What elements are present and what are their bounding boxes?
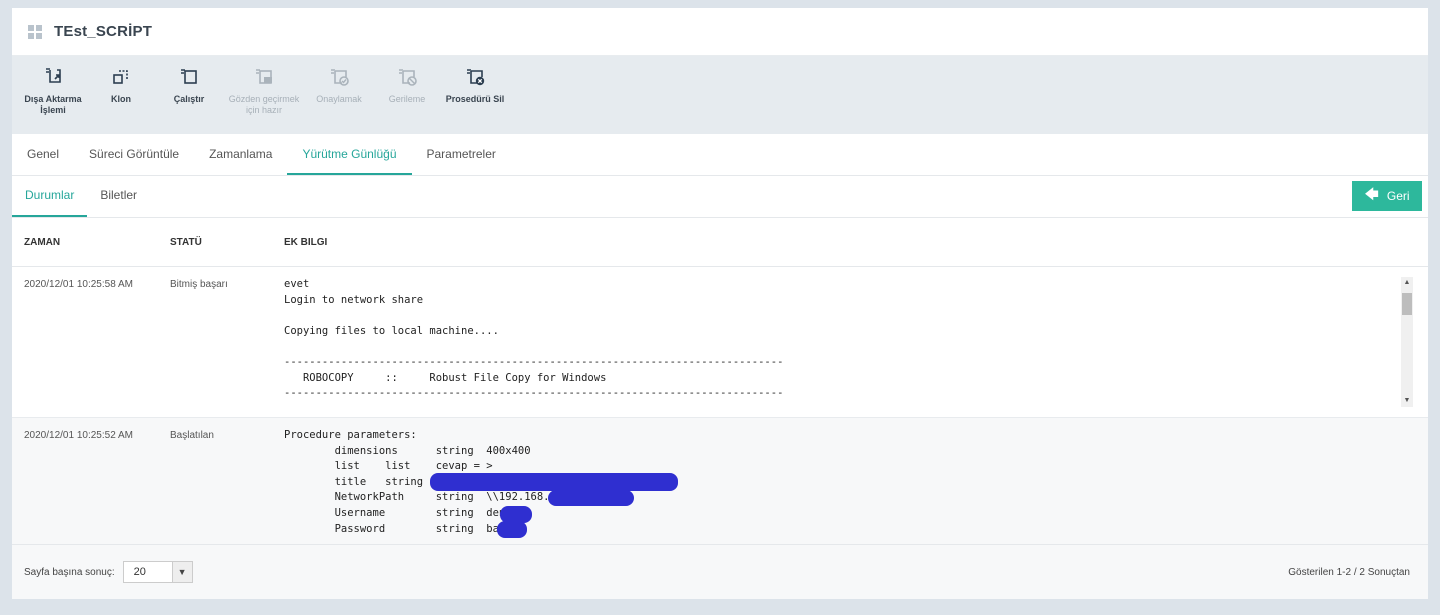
column-header-time[interactable]: ZAMAN [12, 237, 158, 248]
run-icon [181, 69, 197, 84]
log-scrollbar[interactable]: ▲ ▼ [1401, 277, 1413, 407]
clone-icon [113, 70, 128, 84]
arrow-left-icon: 🡄 [1364, 186, 1379, 202]
main-panel: TEst_SCRİPT Dışa Aktarma İşlemi Klon Çal… [12, 8, 1428, 599]
export-icon [46, 68, 61, 83]
back-button[interactable]: 🡄 Geri [1352, 181, 1422, 211]
approve-button[interactable]: Onaylamak [306, 66, 372, 105]
page-size-label: Sayfa başına sonuç: [24, 566, 115, 578]
approve-icon [331, 69, 349, 86]
clone-button[interactable]: Klon [88, 66, 154, 105]
main-tabs: Genel Süreci Görüntüle Zamanlama Yürütme… [12, 134, 1428, 176]
redaction-mark-password [497, 521, 527, 538]
table-row: 2020/12/01 10:25:52 AM Başlatılan Proced… [12, 418, 1428, 545]
ready-for-review-button[interactable]: Gözden geçirmek için hazır [224, 66, 304, 116]
delete-procedure-icon [467, 69, 485, 86]
revert-icon [399, 69, 417, 86]
toolbar: Dışa Aktarma İşlemi Klon Çalıştır Gözden… [12, 56, 1428, 134]
review-icon [256, 69, 272, 84]
clone-label: Klon [111, 94, 131, 104]
sub-tabs: Durumlar Biletler 🡄 Geri [12, 176, 1428, 218]
review-label: Gözden geçirmek için hazır [228, 94, 300, 115]
tab-scheduling[interactable]: Zamanlama [194, 134, 287, 175]
revert-label: Gerileme [388, 94, 426, 104]
row-time: 2020/12/01 10:25:58 AM [24, 279, 133, 290]
page-title: TEst_SCRİPT [54, 23, 153, 40]
chevron-down-icon: ▼ [171, 562, 192, 582]
tab-general[interactable]: Genel [12, 134, 74, 175]
tab-view-process[interactable]: Süreci Görüntüle [74, 134, 194, 175]
page-size-select[interactable]: 20 ▼ [122, 561, 193, 583]
approve-label: Onaylamak [316, 94, 362, 104]
run-label: Çalıştır [173, 94, 205, 104]
subtab-tickets[interactable]: Biletler [87, 175, 150, 217]
results-summary: Gösterilen 1-2 / 2 Sonuçtan [1288, 566, 1410, 578]
column-header-info[interactable]: EK BILGI [272, 237, 1428, 248]
redaction-mark-title [430, 473, 678, 491]
scroll-up-icon[interactable]: ▲ [1401, 277, 1413, 289]
column-header-status[interactable]: STATÜ [158, 237, 272, 248]
delete-procedure-button[interactable]: Prosedürü Sil [442, 66, 508, 105]
revert-button[interactable]: Gerileme [374, 66, 440, 105]
row-status: Başlatılan [170, 430, 214, 441]
table-row: 2020/12/01 10:25:58 AM Bitmiş başarı eve… [12, 267, 1428, 418]
scroll-thumb[interactable] [1402, 293, 1412, 315]
tab-parameters[interactable]: Parametreler [412, 134, 511, 175]
row-time: 2020/12/01 10:25:52 AM [24, 430, 133, 441]
pagination-footer: Sayfa başına sonuç: 20 ▼ Gösterilen 1-2 … [12, 544, 1428, 599]
export-label: Dışa Aktarma İşlemi [24, 94, 82, 115]
run-button[interactable]: Çalıştır [156, 66, 222, 105]
redaction-mark-network-path [548, 490, 634, 506]
row-status: Bitmiş başarı [170, 279, 228, 290]
tab-execution-log[interactable]: Yürütme Günlüğü [287, 134, 412, 175]
page-size-value: 20 [133, 566, 146, 578]
back-label: Geri [1386, 189, 1410, 203]
table-header: ZAMAN STATÜ EK BILGI [12, 218, 1428, 267]
windows-icon [28, 24, 42, 39]
scroll-down-icon[interactable]: ▼ [1401, 395, 1413, 407]
title-bar: TEst_SCRİPT [12, 8, 1428, 56]
delete-procedure-label: Prosedürü Sil [445, 94, 505, 104]
export-button[interactable]: Dışa Aktarma İşlemi [20, 66, 86, 116]
row-info-log: evet Login to network share Copying file… [284, 278, 784, 400]
subtab-statuses[interactable]: Durumlar [12, 175, 88, 217]
